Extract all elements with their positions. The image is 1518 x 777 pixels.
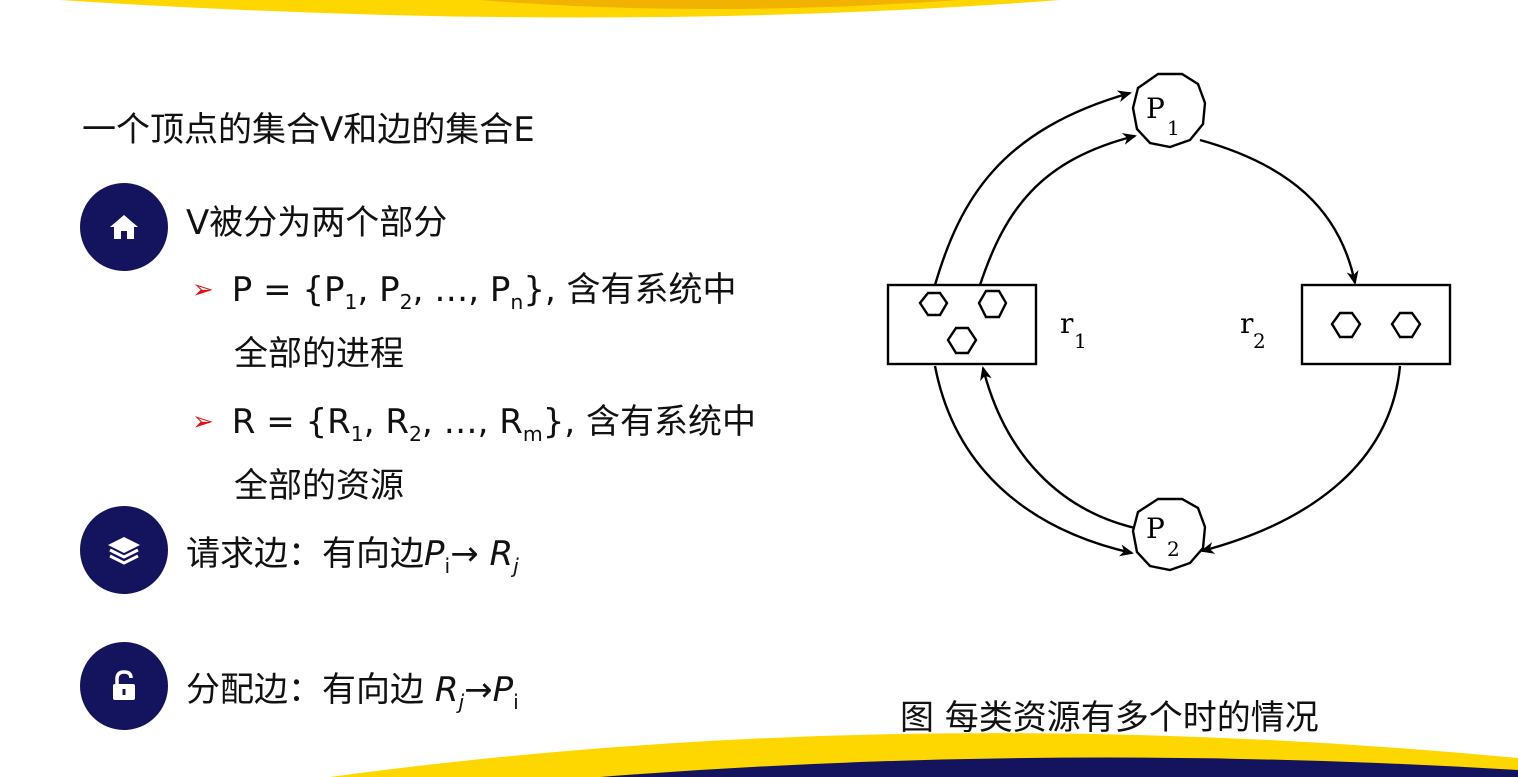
r1-subscript: 1 [1074, 329, 1087, 353]
r2-subscript: 2 [1253, 329, 1266, 353]
resource-allocation-graph: P 1 P 2 r 1 r 2 [886, 72, 1452, 572]
r2-letter: r [1240, 307, 1254, 340]
edge-r1-p2 [933, 365, 1134, 557]
resource-r2-box [1300, 283, 1452, 366]
edge-r1-p1-inner [978, 133, 1137, 286]
edge-r2-p2 [1200, 365, 1402, 554]
edge-p2-r1 [980, 366, 1136, 530]
p2-letter: P [1146, 512, 1165, 545]
p1-subscript: 1 [1167, 116, 1180, 140]
figure-caption: 图 每类资源有多个时的情况 [900, 698, 1319, 738]
r1-letter: r [1060, 307, 1074, 340]
p2-subscript: 2 [1167, 537, 1180, 561]
edge-p1-r2 [1199, 138, 1359, 285]
p1-letter: P [1146, 92, 1165, 125]
